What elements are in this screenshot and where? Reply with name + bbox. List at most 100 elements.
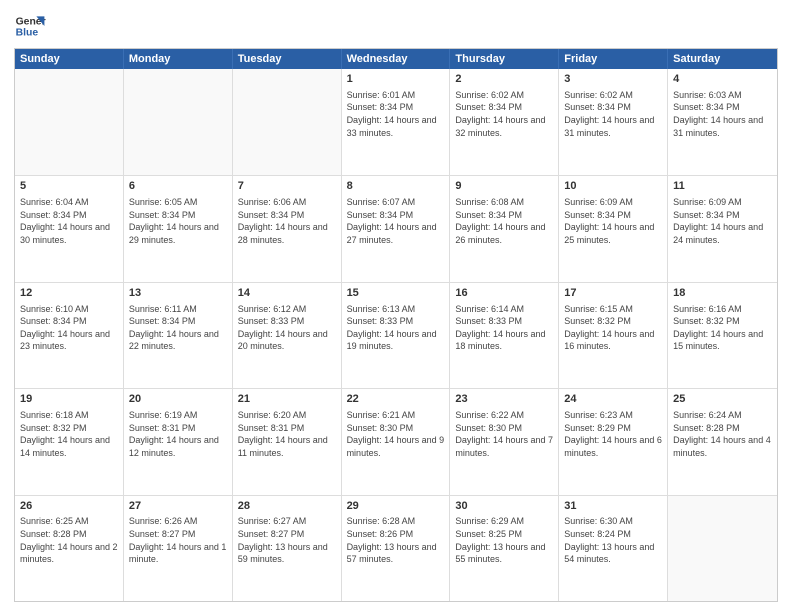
day-number: 21 <box>238 392 336 407</box>
cell-info: Sunrise: 6:30 AMSunset: 8:24 PMDaylight:… <box>564 515 662 565</box>
day-number: 7 <box>238 179 336 194</box>
day-number: 28 <box>238 499 336 514</box>
day-number: 1 <box>347 72 445 87</box>
cal-cell-4-1: 19 Sunrise: 6:18 AMSunset: 8:32 PMDayligh… <box>15 389 124 494</box>
cal-cell-1-5: 2 Sunrise: 6:02 AMSunset: 8:34 PMDaylight… <box>450 69 559 175</box>
week-row-3: 12Sunrise: 6:10 AMSunset: 8:34 PMDayligh… <box>15 282 777 388</box>
cell-info: Sunrise: 6:02 AMSunset: 8:34 PMDaylight:… <box>455 89 553 139</box>
day-number: 19 <box>20 392 118 407</box>
cell-info: Sunrise: 6:10 AMSunset: 8:34 PMDaylight:… <box>20 303 118 353</box>
cell-info: Sunrise: 6:28 AMSunset: 8:26 PMDaylight:… <box>347 515 445 565</box>
cell-info: Sunrise: 6:04 AMSunset: 8:34 PMDaylight:… <box>20 196 118 246</box>
week-row-5: 26Sunrise: 6:25 AMSunset: 8:28 PMDayligh… <box>15 495 777 601</box>
header-day-wednesday: Wednesday <box>342 49 451 69</box>
cell-info: Sunrise: 6:26 AMSunset: 8:27 PMDaylight:… <box>129 515 227 565</box>
cal-cell-1-6: 3 Sunrise: 6:02 AMSunset: 8:34 PMDaylight… <box>559 69 668 175</box>
cal-cell-2-6: 10 Sunrise: 6:09 AMSunset: 8:34 PMDayligh… <box>559 176 668 281</box>
cell-info: Sunrise: 6:09 AMSunset: 8:34 PMDaylight:… <box>673 196 772 246</box>
day-number: 2 <box>455 72 553 87</box>
cal-cell-5-6: 31Sunrise: 6:30 AMSunset: 8:24 PMDayligh… <box>559 496 668 601</box>
day-number: 9 <box>455 179 553 194</box>
cal-cell-3-7: 18 Sunrise: 6:16 AMSunset: 8:32 PMDayligh… <box>668 283 777 388</box>
day-number: 15 <box>347 286 445 301</box>
day-number: 13 <box>129 286 227 301</box>
cell-info: Sunrise: 6:23 AMSunset: 8:29 PMDaylight:… <box>564 409 662 459</box>
cal-cell-1-2 <box>124 69 233 175</box>
cal-cell-4-2: 20Sunrise: 6:19 AMSunset: 8:31 PMDayligh… <box>124 389 233 494</box>
day-number: 22 <box>347 392 445 407</box>
day-number: 10 <box>564 179 662 194</box>
cell-info: Sunrise: 6:14 AMSunset: 8:33 PMDaylight:… <box>455 303 553 353</box>
cell-info: Sunrise: 6:03 AMSunset: 8:34 PMDaylight:… <box>673 89 772 139</box>
cal-cell-1-7: 4 Sunrise: 6:03 AMSunset: 8:34 PMDaylight… <box>668 69 777 175</box>
header-day-saturday: Saturday <box>668 49 777 69</box>
cal-cell-4-4: 22Sunrise: 6:21 AMSunset: 8:30 PMDayligh… <box>342 389 451 494</box>
header-day-friday: Friday <box>559 49 668 69</box>
cal-cell-5-5: 30Sunrise: 6:29 AMSunset: 8:25 PMDayligh… <box>450 496 559 601</box>
cell-info: Sunrise: 6:11 AMSunset: 8:34 PMDaylight:… <box>129 303 227 353</box>
cal-cell-1-4: 1 Sunrise: 6:01 AMSunset: 8:34 PMDaylight… <box>342 69 451 175</box>
cal-cell-5-4: 29Sunrise: 6:28 AMSunset: 8:26 PMDayligh… <box>342 496 451 601</box>
cell-info: Sunrise: 6:24 AMSunset: 8:28 PMDaylight:… <box>673 409 772 459</box>
cell-info: Sunrise: 6:15 AMSunset: 8:32 PMDaylight:… <box>564 303 662 353</box>
header: General Blue <box>14 10 778 42</box>
cell-info: Sunrise: 6:18 AMSunset: 8:32 PMDaylight:… <box>20 409 118 459</box>
cal-cell-4-5: 23 Sunrise: 6:22 AMSunset: 8:30 PMDayligh… <box>450 389 559 494</box>
cal-cell-2-4: 8Sunrise: 6:07 AMSunset: 8:34 PMDaylight… <box>342 176 451 281</box>
day-number: 6 <box>129 179 227 194</box>
cal-cell-3-5: 16 Sunrise: 6:14 AMSunset: 8:33 PMDayligh… <box>450 283 559 388</box>
cell-info: Sunrise: 6:07 AMSunset: 8:34 PMDaylight:… <box>347 196 445 246</box>
cell-info: Sunrise: 6:19 AMSunset: 8:31 PMDaylight:… <box>129 409 227 459</box>
cal-cell-5-1: 26Sunrise: 6:25 AMSunset: 8:28 PMDayligh… <box>15 496 124 601</box>
cell-info: Sunrise: 6:22 AMSunset: 8:30 PMDaylight:… <box>455 409 553 459</box>
cal-cell-3-1: 12Sunrise: 6:10 AMSunset: 8:34 PMDayligh… <box>15 283 124 388</box>
cal-cell-1-3 <box>233 69 342 175</box>
day-number: 31 <box>564 499 662 514</box>
day-number: 11 <box>673 179 772 194</box>
header-day-sunday: Sunday <box>15 49 124 69</box>
cal-cell-2-1: 5 Sunrise: 6:04 AMSunset: 8:34 PMDaylight… <box>15 176 124 281</box>
calendar: SundayMondayTuesdayWednesdayThursdayFrid… <box>14 48 778 602</box>
day-number: 23 <box>455 392 553 407</box>
cal-cell-4-6: 24 Sunrise: 6:23 AMSunset: 8:29 PMDayligh… <box>559 389 668 494</box>
cal-cell-4-7: 25 Sunrise: 6:24 AMSunset: 8:28 PMDayligh… <box>668 389 777 494</box>
cal-cell-3-3: 14Sunrise: 6:12 AMSunset: 8:33 PMDayligh… <box>233 283 342 388</box>
day-number: 5 <box>20 179 118 194</box>
day-number: 25 <box>673 392 772 407</box>
logo: General Blue <box>14 10 46 42</box>
day-number: 18 <box>673 286 772 301</box>
week-row-2: 5 Sunrise: 6:04 AMSunset: 8:34 PMDaylight… <box>15 175 777 281</box>
cal-cell-3-4: 15 Sunrise: 6:13 AMSunset: 8:33 PMDayligh… <box>342 283 451 388</box>
cal-cell-5-2: 27Sunrise: 6:26 AMSunset: 8:27 PMDayligh… <box>124 496 233 601</box>
cell-info: Sunrise: 6:08 AMSunset: 8:34 PMDaylight:… <box>455 196 553 246</box>
calendar-body: 1 Sunrise: 6:01 AMSunset: 8:34 PMDaylight… <box>15 69 777 601</box>
day-number: 24 <box>564 392 662 407</box>
day-number: 3 <box>564 72 662 87</box>
day-number: 17 <box>564 286 662 301</box>
cell-info: Sunrise: 6:13 AMSunset: 8:33 PMDaylight:… <box>347 303 445 353</box>
cal-cell-3-6: 17 Sunrise: 6:15 AMSunset: 8:32 PMDayligh… <box>559 283 668 388</box>
cal-cell-2-2: 6 Sunrise: 6:05 AMSunset: 8:34 PMDaylight… <box>124 176 233 281</box>
cell-info: Sunrise: 6:09 AMSunset: 8:34 PMDaylight:… <box>564 196 662 246</box>
cell-info: Sunrise: 6:05 AMSunset: 8:34 PMDaylight:… <box>129 196 227 246</box>
week-row-4: 19 Sunrise: 6:18 AMSunset: 8:32 PMDayligh… <box>15 388 777 494</box>
day-number: 26 <box>20 499 118 514</box>
cell-info: Sunrise: 6:02 AMSunset: 8:34 PMDaylight:… <box>564 89 662 139</box>
cal-cell-2-3: 7 Sunrise: 6:06 AMSunset: 8:34 PMDaylight… <box>233 176 342 281</box>
cal-cell-2-5: 9 Sunrise: 6:08 AMSunset: 8:34 PMDaylight… <box>450 176 559 281</box>
cell-info: Sunrise: 6:29 AMSunset: 8:25 PMDaylight:… <box>455 515 553 565</box>
week-row-1: 1 Sunrise: 6:01 AMSunset: 8:34 PMDaylight… <box>15 69 777 175</box>
day-number: 29 <box>347 499 445 514</box>
cell-info: Sunrise: 6:20 AMSunset: 8:31 PMDaylight:… <box>238 409 336 459</box>
day-number: 16 <box>455 286 553 301</box>
cell-info: Sunrise: 6:25 AMSunset: 8:28 PMDaylight:… <box>20 515 118 565</box>
svg-text:Blue: Blue <box>16 28 39 39</box>
cal-cell-5-7 <box>668 496 777 601</box>
day-number: 4 <box>673 72 772 87</box>
day-number: 30 <box>455 499 553 514</box>
cell-info: Sunrise: 6:16 AMSunset: 8:32 PMDaylight:… <box>673 303 772 353</box>
cal-cell-1-1 <box>15 69 124 175</box>
cell-info: Sunrise: 6:01 AMSunset: 8:34 PMDaylight:… <box>347 89 445 139</box>
cell-info: Sunrise: 6:06 AMSunset: 8:34 PMDaylight:… <box>238 196 336 246</box>
cal-cell-5-3: 28Sunrise: 6:27 AMSunset: 8:27 PMDayligh… <box>233 496 342 601</box>
